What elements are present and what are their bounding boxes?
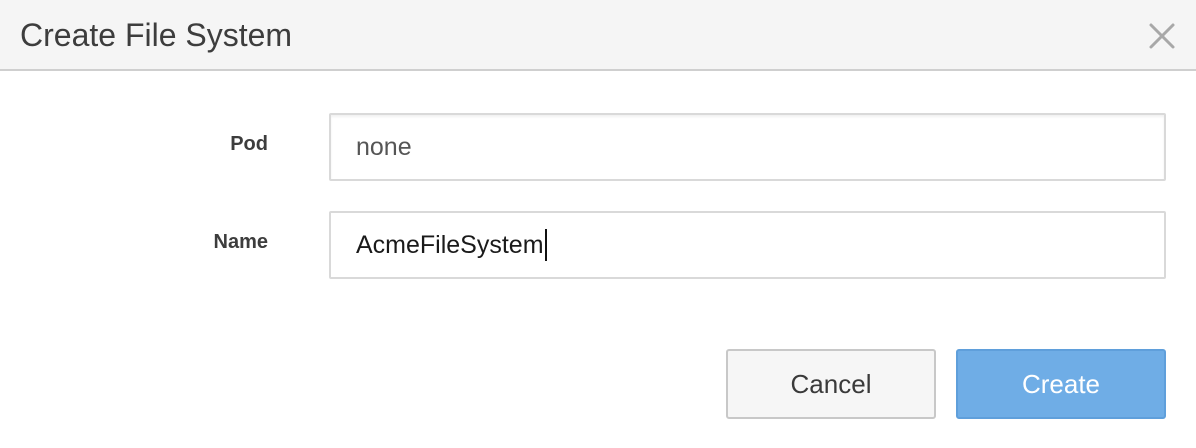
- close-button[interactable]: [1143, 17, 1181, 55]
- close-icon: [1149, 23, 1175, 49]
- name-field[interactable]: AcmeFileSystem: [329, 211, 1166, 279]
- text-caret: [544, 229, 547, 261]
- name-field-value: AcmeFileSystem: [356, 231, 544, 259]
- create-button[interactable]: Create: [956, 349, 1166, 419]
- cancel-button[interactable]: Cancel: [726, 349, 936, 419]
- pod-label: Pod: [230, 133, 268, 155]
- name-label: Name: [213, 231, 268, 253]
- pod-field[interactable]: [329, 113, 1166, 181]
- create-file-system-dialog: Create File System Pod Name AcmeFileSyst…: [0, 0, 1196, 448]
- dialog-title: Create File System: [20, 17, 293, 53]
- dialog-header: Create File System: [0, 0, 1196, 71]
